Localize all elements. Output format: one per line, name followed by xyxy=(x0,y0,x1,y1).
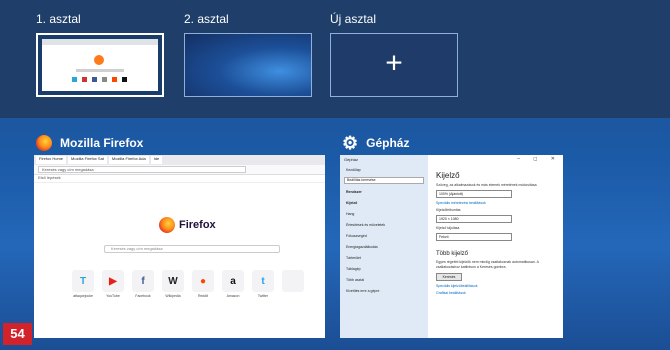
firefox-window-preview[interactable]: Firefox Home Mozilla Firefox Sat Mozilla… xyxy=(34,155,325,338)
scale-link: Speciális méretezési beállítások xyxy=(436,201,486,205)
settings-app-name: Gépház xyxy=(344,157,359,162)
firefox-home-search: Keresés vagy cím megadása xyxy=(104,245,280,253)
multi-display-heading: Több kijelző xyxy=(436,251,469,257)
resolution-label: Kijelzőfelbontás xyxy=(436,208,461,212)
firefox-icon xyxy=(36,135,52,151)
desktop-1-label: 1. asztal xyxy=(36,12,81,26)
top-sites: Tattaquejocke ▶ YouTube f Facebook W Wikipedia… xyxy=(72,270,304,298)
settings-section: Rendszer xyxy=(346,189,362,194)
top-site-tile: ● Reddit xyxy=(192,270,214,298)
desktop-2-thumbnail[interactable] xyxy=(184,33,312,97)
firefox-logo-icon xyxy=(94,55,104,65)
advanced-display-link: Speciális kijelzőbeállítások xyxy=(436,284,478,288)
site-label: Amazon xyxy=(226,294,240,298)
site-label: Twitter xyxy=(257,294,269,298)
settings-search: Beállítás keresése xyxy=(344,177,424,184)
settings-window-preview[interactable]: – ◻ ✕ Gépház Kezdőlap Beállítás keresése… xyxy=(340,155,563,338)
browser-tab: Mozilla Firefox Sat xyxy=(68,156,107,164)
site-label: Facebook xyxy=(135,294,151,298)
orientation-label: Kijelző tájolása xyxy=(436,226,460,230)
top-site-tile: W Wikipedia xyxy=(162,270,184,298)
desktop-1-thumbnail[interactable] xyxy=(36,33,164,97)
settings-nav: Kijelző Hang Értesítések és műveletek Fókus… xyxy=(340,197,428,296)
firefox-logo-icon xyxy=(159,217,175,233)
site-icon: W xyxy=(162,270,184,292)
firefox-toolbar: Keresés vagy cím megadása xyxy=(34,165,325,175)
site-icon: T xyxy=(72,270,94,292)
site-icon: ▶ xyxy=(102,270,124,292)
settings-nav-item: Energiagazdálkodás xyxy=(346,244,378,249)
firefox-tab-bar: Firefox Home Mozilla Firefox Sat Mozilla… xyxy=(34,155,325,165)
detect-button: Keresés xyxy=(436,273,462,281)
multi-display-text: Egyes régebbi kijelzők nem mindig csatla… xyxy=(436,260,539,269)
site-icon: a xyxy=(222,270,244,292)
plus-icon: + xyxy=(385,46,403,80)
site-label: YouTube xyxy=(106,294,120,298)
top-site-tile: t Twitter xyxy=(252,270,274,298)
browser-tab: Ide xyxy=(150,156,163,164)
site-icon: f xyxy=(132,270,154,292)
settings-heading: Kijelző xyxy=(436,171,460,180)
top-site-tile: ▶ YouTube xyxy=(102,270,124,298)
top-site-tile: a Amazon xyxy=(222,270,244,298)
new-desktop-label: Új asztal xyxy=(330,12,377,26)
desktop-1-preview xyxy=(42,39,158,91)
settings-window-title: ⚙ Gépház xyxy=(342,133,410,153)
settings-home: Kezdőlap xyxy=(346,167,361,172)
site-icon: ● xyxy=(192,270,214,292)
firefox-wordmark: Firefox xyxy=(179,219,216,231)
site-label: Wikipedia xyxy=(165,294,181,298)
firefox-window-title: Mozilla Firefox xyxy=(36,135,143,151)
page-number-badge: 54 xyxy=(3,323,32,345)
settings-nav-item: Kijelző xyxy=(346,200,358,205)
address-bar: Keresés vagy cím megadása xyxy=(38,166,246,173)
firefox-home-logo: Firefox xyxy=(159,217,216,233)
site-icon xyxy=(282,270,304,292)
settings-title-text: Gépház xyxy=(366,136,410,150)
settings-sidebar: Gépház Kezdőlap Beállítás keresése Rends… xyxy=(340,155,428,338)
site-label: attaquejocke xyxy=(73,294,93,298)
top-site-tile: f Facebook xyxy=(132,270,154,298)
browser-tab: Mozilla Firefox Ada xyxy=(108,156,149,164)
resolution-dropdown: 1920 × 1080 xyxy=(436,215,512,223)
window-controls: – ◻ ✕ xyxy=(517,156,561,162)
settings-nav-item: Hang xyxy=(346,211,355,216)
site-label: Reddit xyxy=(197,294,209,298)
browser-tab: Firefox Home xyxy=(36,156,67,164)
top-site-tile xyxy=(282,270,304,298)
settings-nav-item: Táblagép xyxy=(346,266,361,271)
settings-nav-item: Tárterület xyxy=(346,255,361,260)
graphics-settings-link: Grafikai beállítások xyxy=(436,291,466,295)
bookmark-item: Első lépések xyxy=(34,175,325,183)
settings-nav-item: Több asztal xyxy=(346,277,365,282)
site-icon: t xyxy=(252,270,274,292)
settings-nav-item: Kivetítés erre a gépre xyxy=(346,288,380,293)
gear-icon: ⚙ xyxy=(342,133,359,153)
settings-nav-item: Fókuszsegéd xyxy=(346,233,367,238)
scale-label: Szöveg, az alkalmazások és más elemek mé… xyxy=(436,183,537,187)
orientation-dropdown: Fekvő xyxy=(436,233,512,241)
settings-content: Kijelző Szöveg, az alkalmazások és más e… xyxy=(436,163,559,295)
desktop-2-label: 2. asztal xyxy=(184,12,229,26)
new-desktop-button[interactable]: + xyxy=(330,33,458,97)
scale-dropdown: 100% (Ajánlott) xyxy=(436,190,512,198)
top-site-tile: Tattaquejocke xyxy=(72,270,94,298)
firefox-title-text: Mozilla Firefox xyxy=(60,136,144,150)
settings-nav-item: Értesítések és műveletek xyxy=(346,222,386,227)
